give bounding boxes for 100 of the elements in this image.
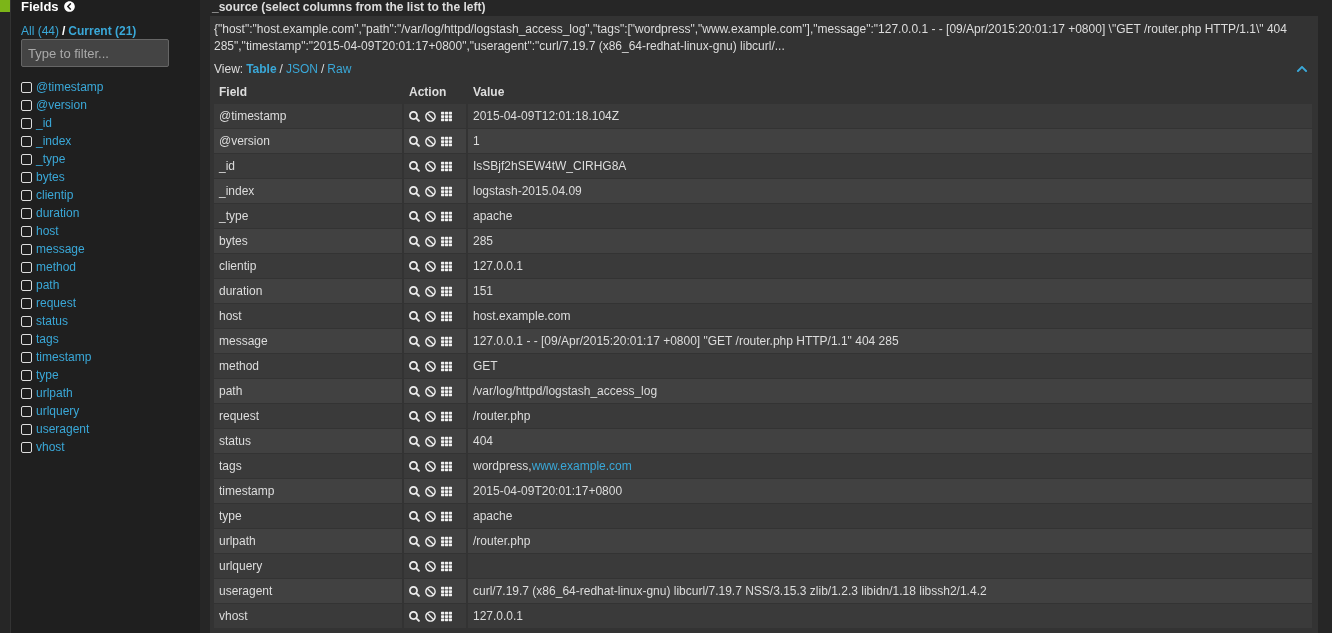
field-link[interactable]: clientip [36,188,74,202]
search-icon[interactable] [409,310,420,322]
grid-icon[interactable] [441,160,452,172]
filter-link[interactable]: Current (21) [68,24,137,38]
search-icon[interactable] [409,135,420,147]
checkbox[interactable] [21,315,32,327]
field-link[interactable]: timestamp [36,350,92,364]
checkbox[interactable] [21,333,32,345]
grid-icon[interactable] [441,360,452,372]
ban-icon[interactable] [425,160,436,172]
search-icon[interactable] [409,285,420,297]
ban-icon[interactable] [425,260,436,272]
ban-icon[interactable] [425,360,436,372]
search-icon[interactable] [409,160,420,172]
grid-icon[interactable] [441,285,452,297]
field-link[interactable]: status [36,314,68,328]
grid-icon[interactable] [441,385,452,397]
ban-icon[interactable] [425,485,436,497]
view-tab[interactable]: JSON [285,62,318,76]
field-link[interactable]: bytes [36,170,65,184]
ban-icon[interactable] [425,335,436,347]
grid-icon[interactable] [441,185,452,197]
ban-icon[interactable] [425,585,436,597]
grid-icon[interactable] [441,310,452,322]
field-link[interactable]: message [36,242,85,256]
search-icon[interactable] [409,235,420,247]
checkbox[interactable] [21,261,32,273]
grid-icon[interactable] [441,460,452,472]
grid-icon[interactable] [441,260,452,272]
grid-icon[interactable] [441,210,452,222]
search-icon[interactable] [409,185,420,197]
search-icon[interactable] [409,560,420,572]
checkbox[interactable] [21,135,32,147]
grid-icon[interactable] [441,410,452,422]
checkbox[interactable] [21,423,32,435]
grid-icon[interactable] [441,435,452,447]
field-link[interactable]: host [36,224,59,238]
search-icon[interactable] [409,335,420,347]
search-icon[interactable] [409,210,420,222]
grid-icon[interactable] [441,110,452,122]
ban-icon[interactable] [425,535,436,547]
value-link[interactable]: www.example.com [531,459,632,473]
field-link[interactable]: method [36,260,77,274]
ban-icon[interactable] [425,135,436,147]
view-tab[interactable]: Raw [327,62,352,76]
field-link[interactable]: type [36,368,59,382]
grid-icon[interactable] [441,485,452,497]
filter-link[interactable]: All (44) [21,24,59,38]
grid-icon[interactable] [441,535,452,547]
search-icon[interactable] [409,410,420,422]
search-icon[interactable] [409,610,420,622]
grid-icon[interactable] [441,585,452,597]
grid-icon[interactable] [441,560,452,572]
grid-icon[interactable] [441,135,452,147]
search-icon[interactable] [409,585,420,597]
field-link[interactable]: vhost [36,440,65,454]
ban-icon[interactable] [425,510,436,522]
ban-icon[interactable] [425,210,436,222]
ban-icon[interactable] [425,410,436,422]
field-link[interactable]: @version [36,98,87,112]
ban-icon[interactable] [425,185,436,197]
field-link[interactable]: urlquery [36,404,80,418]
checkbox[interactable] [21,279,32,291]
checkbox[interactable] [21,387,32,399]
search-icon[interactable] [409,260,420,272]
checkbox[interactable] [21,369,32,381]
field-link[interactable]: request [36,296,77,310]
search-icon[interactable] [409,535,420,547]
grid-icon[interactable] [441,235,452,247]
search-icon[interactable] [409,485,420,497]
field-link[interactable]: urlpath [36,386,73,400]
checkbox[interactable] [21,225,32,237]
field-link[interactable]: _index [36,134,72,148]
checkbox[interactable] [21,171,32,183]
field-link[interactable]: duration [36,206,80,220]
ban-icon[interactable] [425,610,436,622]
grid-icon[interactable] [441,610,452,622]
ban-icon[interactable] [425,235,436,247]
ban-icon[interactable] [425,310,436,322]
ban-icon[interactable] [425,460,436,472]
field-link[interactable]: useragent [36,422,90,436]
checkbox[interactable] [21,351,32,363]
checkbox[interactable] [21,207,32,219]
filter-field[interactable]: Type to filter... [21,39,169,67]
ban-icon[interactable] [425,435,436,447]
search-icon[interactable] [409,435,420,447]
field-link[interactable]: tags [36,332,59,346]
grid-icon[interactable] [441,335,452,347]
collapse-icon[interactable] [63,0,75,12]
checkbox[interactable] [21,153,32,165]
checkbox[interactable] [21,99,32,111]
ban-icon[interactable] [425,385,436,397]
ban-icon[interactable] [425,285,436,297]
search-icon[interactable] [409,385,420,397]
checkbox[interactable] [21,189,32,201]
field-link[interactable]: @timestamp [36,80,104,94]
ban-icon[interactable] [425,110,436,122]
view-tab[interactable]: Table [246,62,277,76]
checkbox[interactable] [21,243,32,255]
search-icon[interactable] [409,110,420,122]
